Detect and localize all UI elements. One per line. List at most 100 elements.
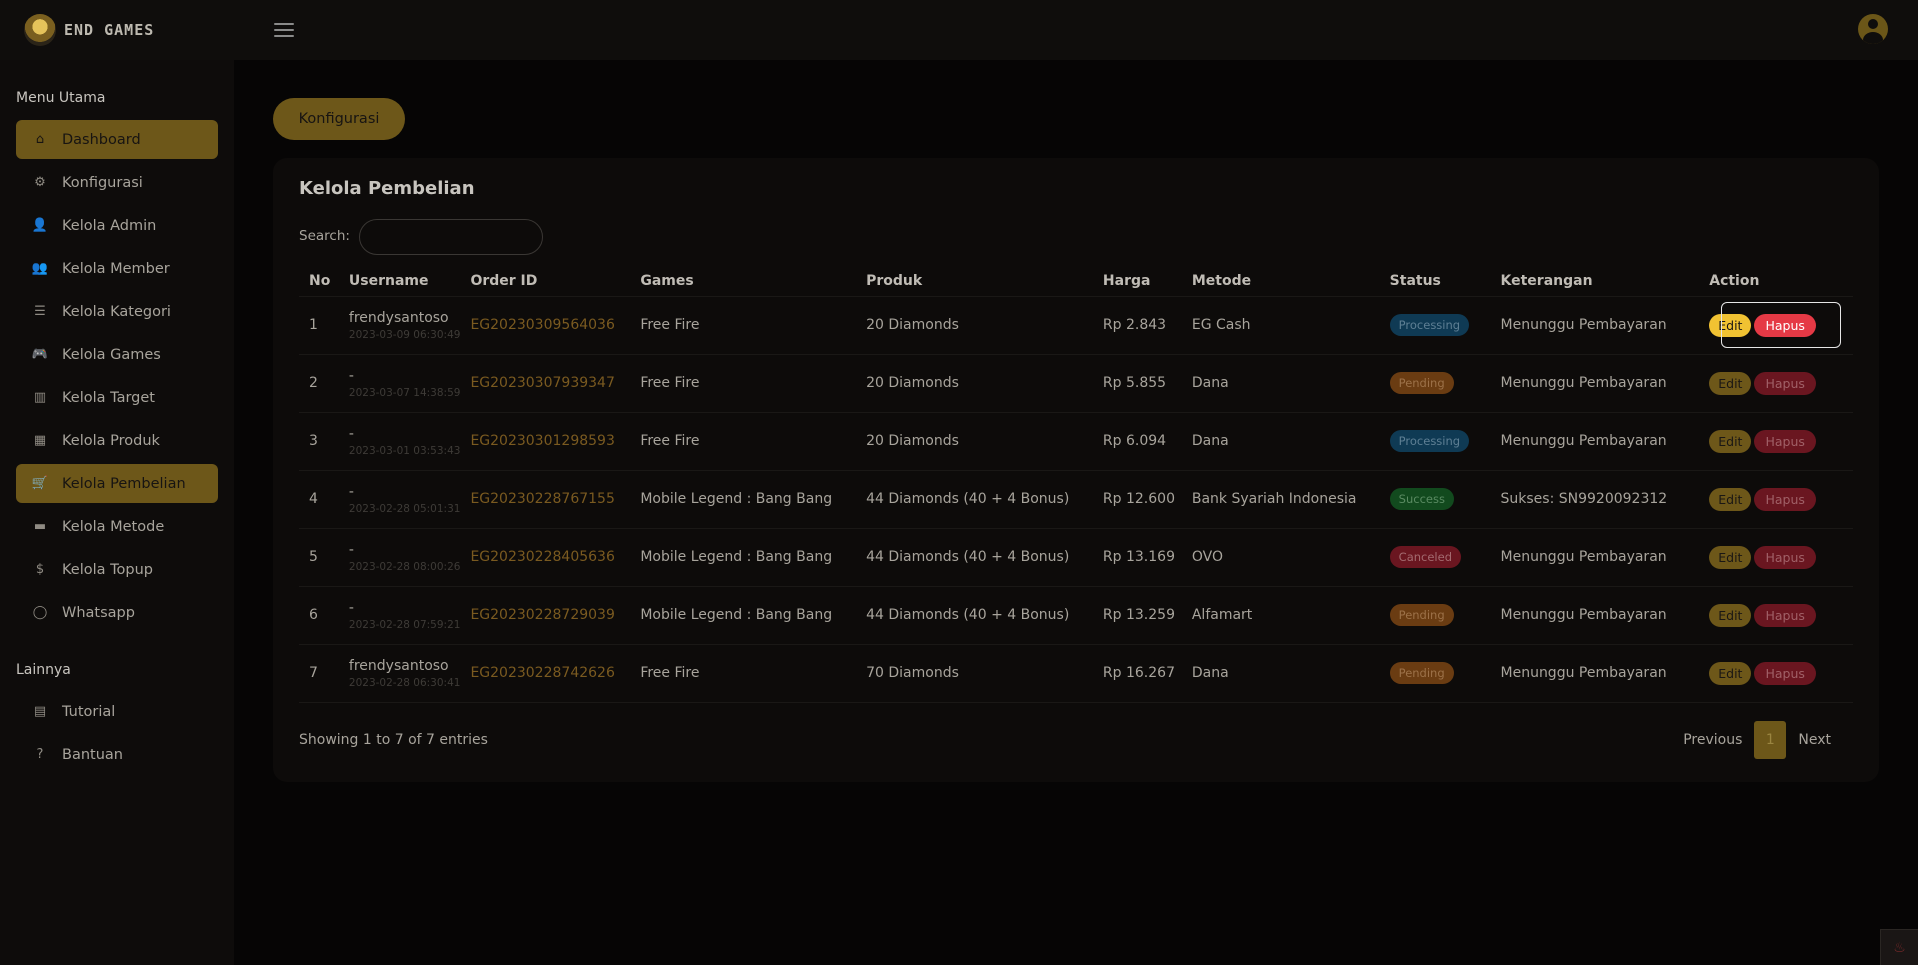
gamepad-icon: 🎮 <box>31 347 49 362</box>
delete-button[interactable]: Hapus <box>1754 313 1816 337</box>
payment-method: Dana <box>1181 354 1380 413</box>
column-header-games[interactable]: Games <box>630 266 857 297</box>
column-header-produk[interactable]: Produk <box>856 266 1093 297</box>
order-id[interactable]: EG20230228729039 <box>460 586 631 645</box>
previous-page-button[interactable]: Previous <box>1671 732 1754 748</box>
column-header-action[interactable]: Action <box>1699 266 1853 297</box>
brand-name: END GAMES <box>64 21 155 39</box>
table-row: 1 frendysantoso 2023-03-09 06:30:49 EG20230… <box>299 296 1853 355</box>
sidebar-item-kelola-target[interactable]: ▥ Kelola Target <box>16 378 218 417</box>
note: Menunggu Pembayaran <box>1490 586 1700 645</box>
page-1-button[interactable]: 1 <box>1754 721 1787 759</box>
edit-button[interactable]: Edit <box>1709 603 1752 627</box>
order-id[interactable]: EG20230309564036 <box>460 296 631 355</box>
edit-button[interactable]: Edit <box>1709 487 1752 511</box>
sidebar-item-label: Kelola Admin <box>62 217 157 234</box>
delete-button[interactable]: Hapus <box>1754 603 1816 627</box>
status-badge: Success <box>1389 488 1454 510</box>
delete-button[interactable]: Hapus <box>1754 429 1816 453</box>
sidebar-item-label: Bantuan <box>62 746 123 763</box>
table-row: 6- 2023-02-28 07:59:21 EG20230228729039 Mob… <box>299 586 1853 645</box>
row-number: 6 <box>299 586 339 645</box>
edit-button[interactable]: Edit <box>1709 429 1752 453</box>
payment-method: Alfamart <box>1181 586 1380 645</box>
dollar-icon: $ <box>35 562 45 577</box>
sidebar-item-whatsapp[interactable]: ◯ Whatsapp <box>16 593 218 632</box>
column-header-username[interactable]: Username <box>338 266 461 297</box>
product-name: 20 Diamonds <box>856 412 1093 471</box>
sidebar-item-kelola-produk[interactable]: ▦ Kelola Produk <box>16 421 218 460</box>
edit-button[interactable]: Edit <box>1709 313 1752 337</box>
sidebar-item-bantuan[interactable]: ? Bantuan <box>16 735 218 774</box>
sidebar-item-kelola-topup[interactable]: $ Kelola Topup <box>16 550 218 589</box>
sidebar-item-kelola-kategori[interactable]: ☰ Kelola Kategori <box>16 292 218 331</box>
order-date: 2023-02-28 08:00:26 <box>348 560 461 573</box>
menu-toggle-icon[interactable] <box>274 23 294 37</box>
delete-button[interactable]: Hapus <box>1754 661 1816 685</box>
sidebar-item-dashboard[interactable]: ⌂ Dashboard <box>16 120 218 159</box>
delete-button[interactable]: Hapus <box>1754 487 1816 511</box>
column-header-metode[interactable]: Metode <box>1181 266 1380 297</box>
action-cell: Edit Hapus <box>1699 296 1853 355</box>
search-input[interactable] <box>359 219 543 255</box>
status-badge: Processing <box>1389 314 1470 336</box>
column-header-harga[interactable]: Harga <box>1092 266 1182 297</box>
sidebar-item-label: Tutorial <box>62 703 116 720</box>
sidebar-item-label: Kelola Metode <box>62 518 165 535</box>
gear-icon: ⚙ <box>34 175 46 190</box>
delete-button[interactable]: Hapus <box>1754 371 1816 395</box>
status-cell: Pending <box>1379 586 1491 645</box>
delete-button[interactable]: Hapus <box>1754 545 1816 569</box>
order-id[interactable]: EG20230307939347 <box>460 354 631 413</box>
status-cell: Processing <box>1379 296 1491 355</box>
brand-logo[interactable]: END GAMES <box>24 14 260 46</box>
sidebar-item-kelola-admin[interactable]: 👤 Kelola Admin <box>16 206 218 245</box>
order-id[interactable]: EG20230228767155 <box>460 470 631 529</box>
order-id[interactable]: EG20230301298593 <box>460 412 631 471</box>
status-badge: Pending <box>1389 604 1454 626</box>
status-badge: Processing <box>1389 430 1470 452</box>
sidebar-item-kelola-member[interactable]: 👥 Kelola Member <box>16 249 218 288</box>
edit-button[interactable]: Edit <box>1709 661 1752 685</box>
sidebar-item-konfigurasi[interactable]: ⚙ Konfigurasi <box>16 163 218 202</box>
sidebar-item-kelola-pembelian[interactable]: 🛒 Kelola Pembelian <box>16 464 218 503</box>
sidebar-item-kelola-games[interactable]: 🎮 Kelola Games <box>16 335 218 374</box>
table-row: 4- 2023-02-28 05:01:31 EG20230228767155 Mob… <box>299 470 1853 529</box>
column-header-no[interactable]: No <box>299 266 339 297</box>
konfigurasi-button[interactable]: Konfigurasi <box>273 98 405 140</box>
sidebar-item-label: Dashboard <box>62 131 141 148</box>
column-header-order-id[interactable]: Order ID <box>460 266 631 297</box>
username-cell: - 2023-02-28 07:59:21 <box>338 586 461 645</box>
home-icon: ⌂ <box>35 132 45 147</box>
payment-method: Bank Syariah Indonesia <box>1181 470 1380 529</box>
row-number: 7 <box>299 644 339 703</box>
row-number: 1 <box>299 296 339 355</box>
column-header-status[interactable]: Status <box>1379 266 1491 297</box>
payment-method: Dana <box>1181 644 1380 703</box>
action-cell: Edit Hapus <box>1699 528 1853 587</box>
column-header-keterangan[interactable]: Keterangan <box>1490 266 1700 297</box>
sidebar-item-label: Kelola Produk <box>62 432 160 449</box>
order-id[interactable]: EG20230228405636 <box>460 528 631 587</box>
edit-button[interactable]: Edit <box>1709 545 1752 569</box>
table-row: 7 frendysantoso 2023-02-28 06:30:41 EG20230… <box>299 644 1853 703</box>
sidebar-item-label: Kelola Kategori <box>62 303 171 320</box>
basket-icon: 🛒 <box>31 476 49 491</box>
username: - <box>348 599 354 616</box>
sidebar-main-list: ⌂ Dashboard ⚙ Konfigurasi 👤 Kelola Admin 👥 Kelo… <box>16 120 218 632</box>
sidebar-item-tutorial[interactable]: ▤ Tutorial <box>16 692 218 731</box>
username-cell: frendysantoso 2023-02-28 06:30:41 <box>338 644 461 703</box>
order-date: 2023-03-09 06:30:49 <box>348 328 461 341</box>
user-avatar-icon[interactable] <box>1858 14 1888 44</box>
flame-icon: ♨ <box>1880 929 1918 965</box>
next-page-button[interactable]: Next <box>1786 732 1843 748</box>
order-id[interactable]: EG20230228742626 <box>460 644 631 703</box>
row-number: 4 <box>299 470 339 529</box>
edit-button[interactable]: Edit <box>1709 371 1752 395</box>
sidebar-item-kelola-metode[interactable]: ▬ Kelola Metode <box>16 507 218 546</box>
table-header-row: No Username Order ID Games Produk Harga Metode… <box>299 266 1853 297</box>
credit-card-icon: ▬ <box>33 519 47 534</box>
username-cell: frendysantoso 2023-03-09 06:30:49 <box>338 296 461 355</box>
action-cell: Edit Hapus <box>1699 354 1853 413</box>
order-date: 2023-02-28 06:30:41 <box>348 676 461 689</box>
